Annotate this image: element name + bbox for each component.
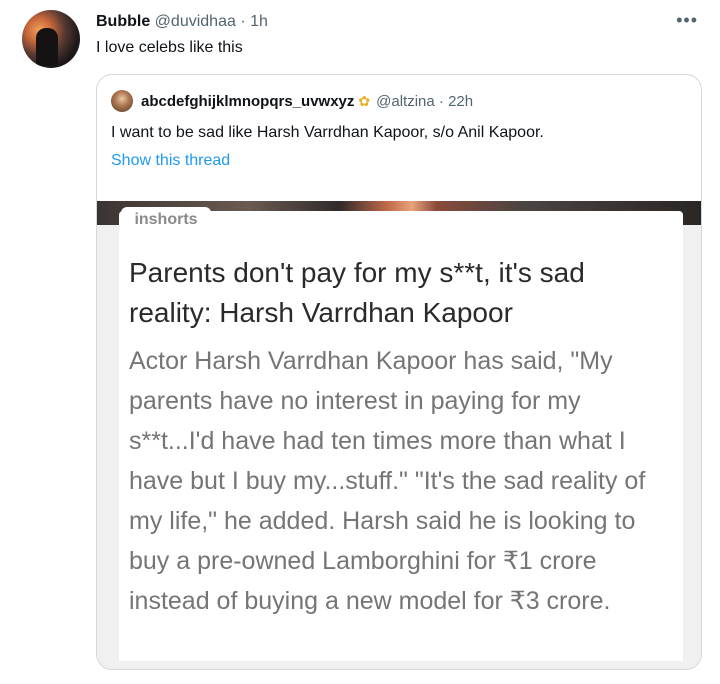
author-handle[interactable]: @duvidhaa [155,13,236,30]
quoted-author-handle: @altzina [376,93,435,110]
quoted-text: I want to be sad like Harsh Varrdhan Kap… [111,124,544,141]
quoted-author-name: abcdefghijklmnopqrs_uvwxyz [141,93,355,110]
quoted-avatar [111,90,133,112]
quoted-media-image[interactable]: Parents don't pay for my s**t, it's sad … [97,201,701,669]
inshorts-logo: inshorts [121,207,211,231]
tweet-text: I love celebs like this [96,39,243,56]
news-card: Parents don't pay for my s**t, it's sad … [119,211,683,661]
quoted-timestamp: 22h [448,93,474,110]
separator: · [438,93,444,110]
author-name[interactable]: Bubble [96,13,150,30]
avatar[interactable] [22,10,80,68]
timestamp[interactable]: 1h [250,13,268,30]
more-icon[interactable]: ••• [676,10,698,31]
tweet-header: Bubble @duvidhaa · 1h [96,12,268,32]
tweet[interactable]: Bubble @duvidhaa · 1h ••• I love celebs … [0,0,720,684]
news-body: Actor Harsh Varrdhan Kapoor has said, "M… [129,347,646,615]
separator: · [240,13,246,30]
flower-icon: ✿ [358,93,371,109]
quoted-header: abcdefghijklmnopqrs_uvwxyz ✿ @altzina · 22… [141,91,473,112]
news-headline: Parents don't pay for my s**t, it's sad … [129,257,585,328]
quoted-tweet[interactable]: abcdefghijklmnopqrs_uvwxyz ✿ @altzina · 22… [96,74,702,670]
show-thread-link[interactable]: Show this thread [111,151,230,171]
